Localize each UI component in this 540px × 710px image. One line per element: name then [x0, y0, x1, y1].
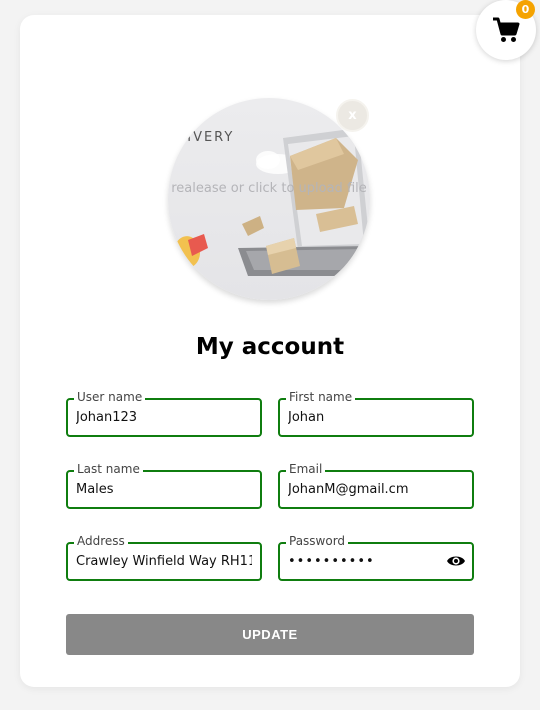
remove-avatar-button[interactable]: x: [336, 99, 369, 132]
password-input[interactable]: [288, 544, 438, 579]
email-input[interactable]: [288, 472, 464, 507]
avatar-brand-text: LIVERY: [178, 130, 235, 145]
cart-icon: [493, 17, 520, 42]
username-input[interactable]: [76, 400, 252, 435]
update-button[interactable]: UPDATE: [66, 614, 474, 655]
page-title: My account: [195, 334, 345, 360]
password-field: Password: [278, 534, 474, 581]
address-field: Address: [66, 534, 262, 581]
avatar-image: [174, 128, 370, 276]
email-field: Email: [278, 462, 474, 509]
upload-hint: realease or click to upload file: [171, 181, 367, 196]
lastname-field: Last name: [66, 462, 262, 509]
lastname-input[interactable]: [76, 472, 252, 507]
avatar-upload[interactable]: LIVERY realease or click to upload file: [168, 98, 370, 300]
eye-icon[interactable]: [446, 553, 466, 569]
firstname-field: First name: [278, 390, 474, 437]
cart-count-badge: 0: [516, 0, 535, 19]
address-input[interactable]: [76, 544, 252, 579]
firstname-input[interactable]: [288, 400, 464, 435]
username-field: User name: [66, 390, 262, 437]
close-icon: x: [348, 108, 357, 123]
